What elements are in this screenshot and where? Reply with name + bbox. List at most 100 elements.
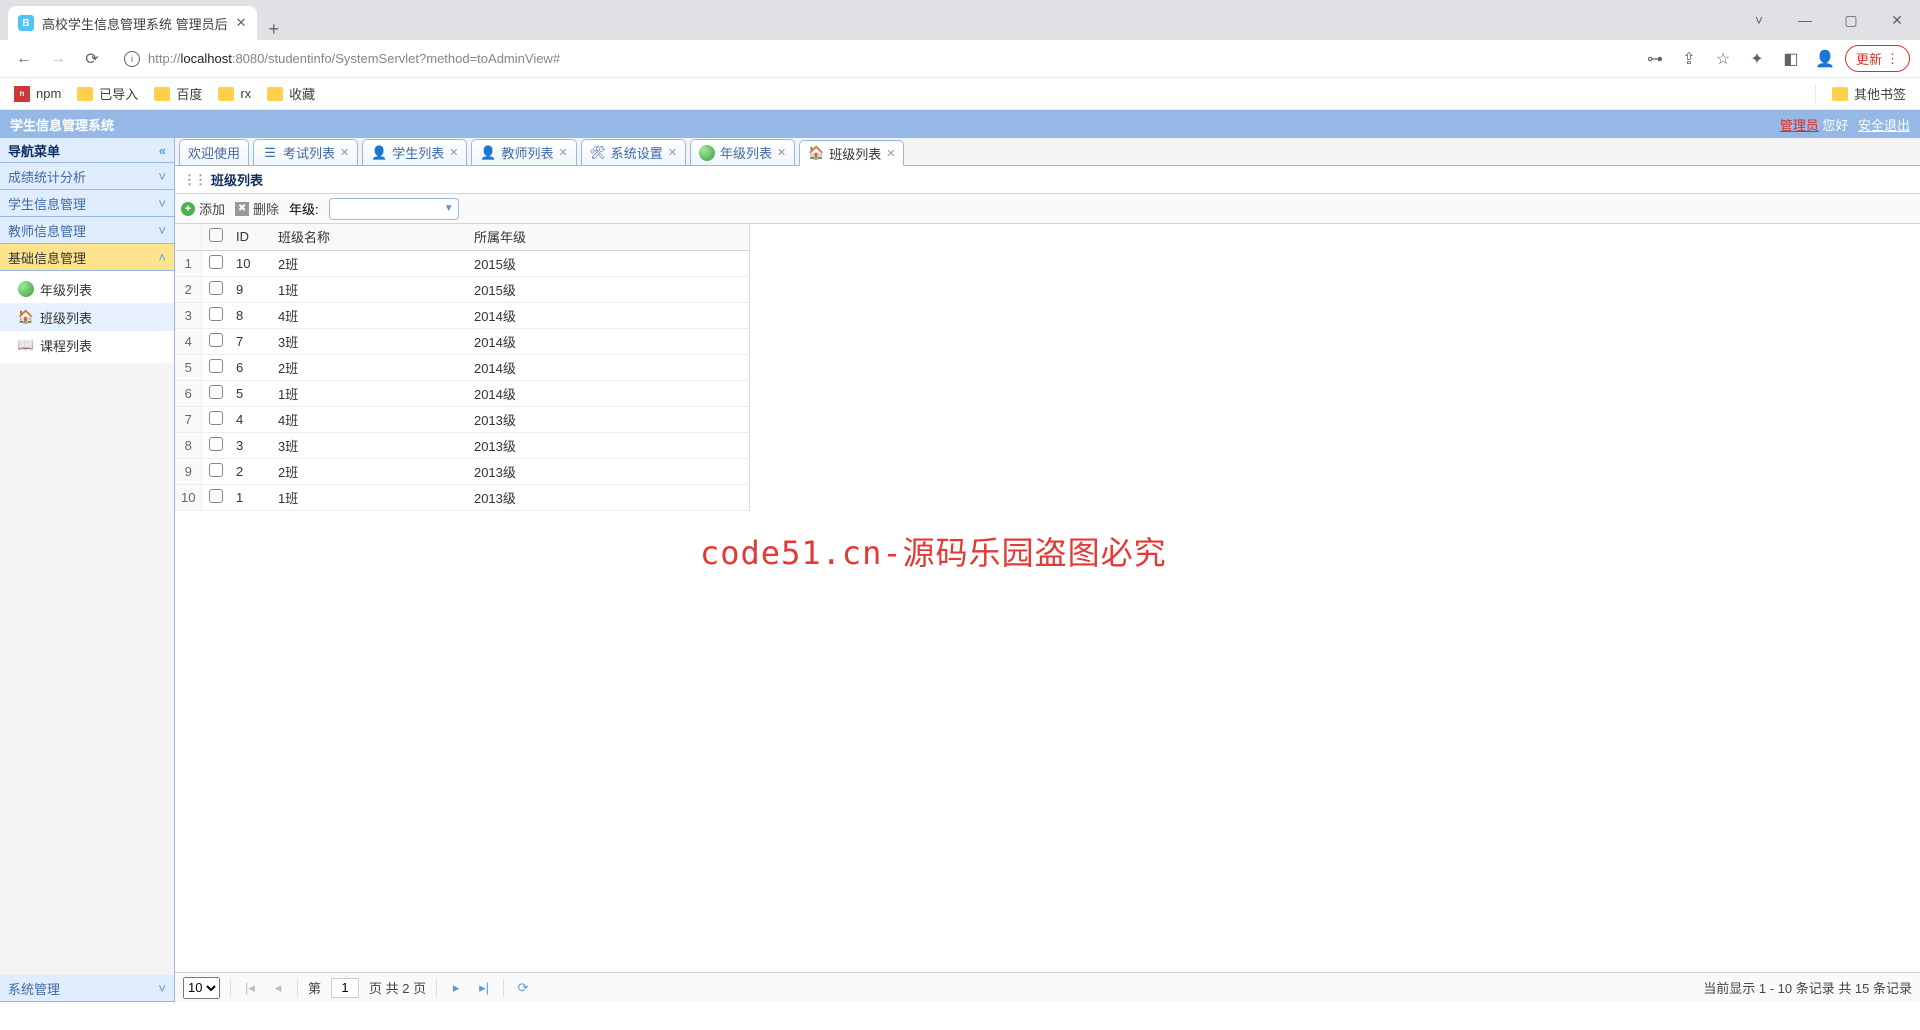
close-window-icon[interactable]: ✕ [1874,12,1920,29]
forward-button[interactable]: → [44,45,72,73]
bookmark-fav[interactable]: 收藏 [267,84,315,103]
add-button[interactable]: +添加 [181,199,225,218]
user-icon: 👤 [371,145,387,161]
globe-icon [18,281,34,297]
dropdown-icon[interactable]: ˅ [1736,12,1782,28]
reload-button[interactable]: ⟳ [78,45,106,73]
collapse-icon[interactable]: « [159,143,166,158]
row-checkbox[interactable] [202,276,230,302]
grade-combobox[interactable]: ▼ [329,198,459,220]
browser-tab-strip: B 高校学生信息管理系统 管理员后 ✕ + ˅ — ▢ ✕ [0,0,1920,40]
tab-settings[interactable]: 🛠系统设置✕ [581,139,686,165]
back-button[interactable]: ← [10,45,38,73]
page-size-select[interactable]: 10 [183,977,220,999]
book-icon: 📖 [18,337,34,353]
cell-name: 4班 [272,302,468,328]
extensions-icon[interactable]: ✦ [1743,49,1771,69]
row-checkbox[interactable] [202,406,230,432]
close-icon[interactable]: ✕ [236,15,247,31]
table-row[interactable]: 744班2013级 [175,406,749,432]
trash-icon: ✖ [235,202,249,216]
refresh-icon[interactable]: ⟳ [514,980,532,996]
minimize-icon[interactable]: — [1782,12,1828,28]
bookmark-npm[interactable]: nnpm [14,86,61,102]
close-icon[interactable]: ✕ [777,146,786,159]
delete-button[interactable]: ✖删除 [235,199,279,218]
share-icon[interactable]: ⇪ [1675,49,1703,69]
tab-welcome[interactable]: 欢迎使用 [179,139,249,165]
col-id[interactable]: ID [230,224,272,250]
tree-item-grade[interactable]: 年级列表 [0,275,174,303]
table-row[interactable]: 1102班2015级 [175,250,749,276]
browser-tab[interactable]: B 高校学生信息管理系统 管理员后 ✕ [8,6,257,40]
tab-student[interactable]: 👤学生列表✕ [362,139,467,165]
prev-page-icon[interactable]: ◂ [269,980,287,996]
close-icon[interactable]: ✕ [340,146,349,159]
tab-class[interactable]: 🏠班级列表✕ [799,140,904,166]
tab-grade[interactable]: 年级列表✕ [690,139,795,165]
tree-item-class[interactable]: 🏠班级列表 [0,303,174,331]
logout-link[interactable]: 安全退出 [1858,118,1910,133]
close-icon[interactable]: ✕ [886,147,895,160]
row-checkbox[interactable] [202,302,230,328]
row-number: 1 [175,250,202,276]
new-tab-button[interactable]: + [257,19,292,40]
cell-name: 2班 [272,354,468,380]
close-icon[interactable]: ✕ [559,146,568,159]
star-icon[interactable]: ☆ [1709,49,1737,69]
profile-icon[interactable]: 👤 [1811,49,1839,69]
next-page-icon[interactable]: ▸ [447,980,465,996]
table-row[interactable]: 384班2014级 [175,302,749,328]
other-bookmarks[interactable]: 其他书签 [1832,84,1906,103]
table-row[interactable]: 473班2014级 [175,328,749,354]
cell-id: 4 [230,406,272,432]
update-button[interactable]: 更新⋮ [1845,45,1910,72]
col-name[interactable]: 班级名称 [272,224,468,250]
folder-icon [77,87,93,101]
cell-name: 3班 [272,328,468,354]
table-row[interactable]: 1011班2013级 [175,484,749,510]
row-checkbox[interactable] [202,458,230,484]
last-page-icon[interactable]: ▸| [475,980,493,996]
table-row[interactable]: 651班2014级 [175,380,749,406]
sidebar-item-teacher[interactable]: 教师信息管理˅ [0,217,174,244]
bookmark-baidu[interactable]: 百度 [154,84,202,103]
close-icon[interactable]: ✕ [668,146,677,159]
favicon-icon: B [18,15,34,31]
row-checkbox[interactable] [202,354,230,380]
tab-teacher[interactable]: 👤教师列表✕ [471,139,576,165]
col-check[interactable] [202,224,230,250]
sidepanel-icon[interactable]: ◧ [1777,49,1805,69]
tree-item-course[interactable]: 📖课程列表 [0,331,174,359]
sidebar-item-student[interactable]: 学生信息管理˅ [0,190,174,217]
key-icon[interactable]: ⊶ [1641,49,1669,69]
table-row[interactable]: 291班2015级 [175,276,749,302]
table-row[interactable]: 562班2014级 [175,354,749,380]
tab-exam[interactable]: ☰考试列表✕ [253,139,358,165]
table-row[interactable]: 833班2013级 [175,432,749,458]
cell-id: 7 [230,328,272,354]
address-bar[interactable]: i http://localhost:8080/studentinfo/Syst… [112,44,1635,74]
close-icon[interactable]: ✕ [449,146,458,159]
first-page-icon[interactable]: |◂ [241,980,259,996]
current-user[interactable]: 管理员 [1780,118,1819,133]
chevron-down-icon: ˅ [158,981,166,996]
cell-name: 4班 [272,406,468,432]
col-grade[interactable]: 所属年级 [468,224,749,250]
sidebar-item-system[interactable]: 系统管理˅ [0,975,174,1002]
folder-icon [1832,87,1848,101]
sidebar-item-basic[interactable]: 基础信息管理˄ [0,244,174,271]
content-tabs: 欢迎使用 ☰考试列表✕ 👤学生列表✕ 👤教师列表✕ 🛠系统设置✕ 年级列表✕ 🏠… [175,138,1920,166]
table-row[interactable]: 922班2013级 [175,458,749,484]
maximize-icon[interactable]: ▢ [1828,12,1874,29]
row-checkbox[interactable] [202,380,230,406]
sidebar-item-stats[interactable]: 成绩统计分析˅ [0,163,174,190]
bookmark-rx[interactable]: rx [218,86,251,101]
row-checkbox[interactable] [202,328,230,354]
bookmark-imported[interactable]: 已导入 [77,84,138,103]
row-checkbox[interactable] [202,432,230,458]
row-checkbox[interactable] [202,484,230,510]
row-checkbox[interactable] [202,250,230,276]
page-input[interactable] [331,978,359,998]
address-toolbar: ← → ⟳ i http://localhost:8080/studentinf… [0,40,1920,78]
